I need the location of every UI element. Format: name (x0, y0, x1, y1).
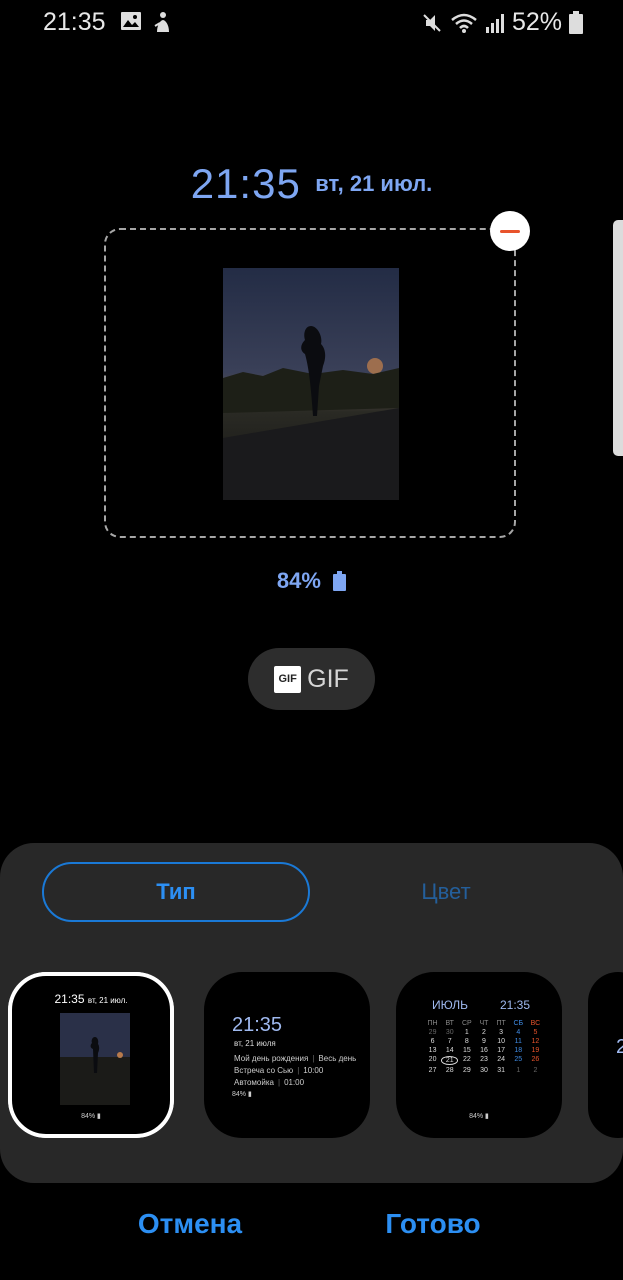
card-battery: 84% (469, 1113, 484, 1120)
preview-photo (223, 268, 399, 500)
battery-percent: 84% (276, 568, 321, 593)
status-battery-percent: 52% (511, 8, 562, 36)
bottom-action-bar (0, 1183, 623, 1280)
status-time: 21:35 (43, 8, 106, 36)
signal-icon (485, 13, 504, 33)
wifi-icon (451, 13, 477, 33)
battery-icon (333, 571, 347, 591)
edge-panel-handle[interactable] (613, 220, 623, 456)
tab-type[interactable]: Тип (42, 862, 310, 922)
card-month: ИЮЛЬ (432, 998, 468, 1012)
card-time: 2 (616, 1036, 623, 1058)
cancel-button[interactable]: Отмена (100, 1208, 280, 1240)
status-bar: 21:35 52% (0, 0, 623, 46)
minus-icon (500, 229, 520, 233)
card-photo (60, 1013, 130, 1105)
mute-icon (423, 13, 441, 32)
clock-preview: 21:35 вт, 21 июл. (0, 160, 623, 208)
list-item: Мой день рождения | Весь день (234, 1054, 357, 1063)
card-date: вт, 21 июля (234, 1039, 276, 1048)
clock-style-card-image[interactable]: 21:35 вт, 21 июл. 84% ▮ (8, 972, 174, 1138)
tab-color[interactable]: Цвет (330, 862, 562, 922)
clock-date: вт, 21 июл. (315, 171, 433, 196)
card-date: вт, 21 июл. (87, 996, 128, 1005)
remove-image-button[interactable] (490, 211, 530, 251)
gif-icon: GIF (274, 665, 302, 693)
clock-time: 21:35 (190, 160, 301, 207)
gif-button[interactable]: GIF GIF (248, 648, 375, 710)
gif-label: GIF (307, 664, 349, 693)
card-time: 21:35 (232, 1014, 283, 1036)
card-time: 21:35 (54, 992, 85, 1006)
notification-icon (154, 12, 169, 32)
clock-style-card-more[interactable]: 2 (588, 972, 623, 1138)
event-list: Мой день рождения | Весь день Встреча со С… (234, 1053, 356, 1089)
battery-icon (569, 10, 583, 34)
battery-status: 84% (0, 568, 623, 594)
list-item: Встреча со Сью | 10:00 (234, 1066, 324, 1075)
calendar-grid: ПН ВТ СР ЧТ ПТ СБ ВС 29 30 1 2 3 4 5 6 7… (427, 1020, 541, 1074)
clock-style-card-events[interactable]: 21:35 вт, 21 июля Мой день рождения | Весь… (204, 972, 370, 1138)
list-item: Автомойка | 01:00 (234, 1078, 305, 1087)
card-time: 21:35 (500, 998, 531, 1012)
done-button[interactable]: Готово (343, 1208, 523, 1240)
clock-style-card-calendar[interactable]: ИЮЛЬ 21:35 ПН ВТ СР ЧТ ПТ СБ ВС 29 30 1 … (396, 972, 562, 1138)
card-battery: 84% (81, 1113, 96, 1120)
gallery-icon (121, 12, 141, 30)
card-battery: 84% (232, 1091, 247, 1098)
